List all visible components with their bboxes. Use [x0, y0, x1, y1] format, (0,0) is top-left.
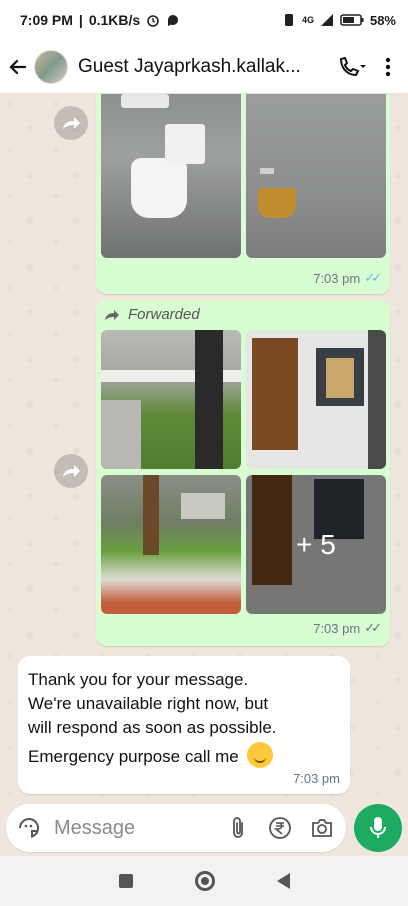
album-image-door[interactable]	[246, 330, 386, 469]
message-line: will respond as soon as possible.	[28, 718, 277, 737]
message-time: 7:03 pm ✓✓	[313, 620, 382, 636]
message-line: We're unavailable right now, but	[28, 694, 269, 713]
battery-icon	[340, 14, 364, 26]
more-options-icon[interactable]	[376, 52, 400, 82]
home-icon[interactable]	[194, 871, 215, 891]
message-composer: Message	[0, 804, 408, 854]
rupee-payment-icon[interactable]	[266, 814, 294, 842]
album-image-shower[interactable]	[246, 94, 386, 258]
forward-icon	[63, 465, 80, 477]
message-line: Emergency purpose call me	[28, 742, 340, 769]
message-time: 7:03 pm ✓✓	[313, 270, 382, 286]
back-nav-icon[interactable]	[276, 873, 290, 889]
forwarded-label: Forwarded	[104, 306, 200, 323]
notification-icon	[168, 15, 179, 26]
chat-header: Guest Jayaprkash.kallak...	[0, 40, 408, 94]
album-image-more[interactable]: + 5	[246, 475, 386, 614]
sticker-icon[interactable]	[16, 815, 42, 841]
album-image-toilet[interactable]	[101, 94, 241, 258]
signal-icon	[320, 14, 333, 26]
attach-icon[interactable]	[224, 814, 252, 842]
read-ticks-icon: ✓✓	[364, 270, 382, 285]
forward-icon	[63, 117, 80, 129]
recents-icon[interactable]	[118, 874, 133, 888]
back-arrow-icon[interactable]	[8, 55, 28, 79]
battery-level: 58%	[369, 12, 396, 28]
forwarded-album-message[interactable]: Forwarded + 5 7:03 pm ✓✓	[96, 300, 390, 646]
hugging-face-emoji-icon	[247, 742, 274, 768]
more-images-overlay[interactable]: + 5	[246, 475, 386, 614]
camera-icon[interactable]	[308, 814, 336, 842]
network-type: 4G	[301, 15, 314, 25]
status-bar: 7:09 PM | 0.1KB/s 4G 58%	[0, 0, 408, 40]
network-speed: 0.1KB/s	[88, 12, 141, 28]
mic-button[interactable]	[354, 804, 402, 852]
more-images-count: + 5	[296, 528, 336, 560]
delivered-ticks-icon: ✓✓	[364, 620, 382, 635]
chat-area[interactable]: 7:03 pm ✓✓ Forwarded + 5 7:03 pm ✓✓ Than…	[0, 94, 408, 804]
system-navigation-bar	[0, 856, 408, 906]
message-input[interactable]: Message	[6, 804, 346, 852]
contact-name[interactable]: Guest Jayaprkash.kallak...	[78, 56, 318, 78]
forwarded-icon	[105, 309, 119, 320]
album-image-garden[interactable]	[101, 330, 241, 469]
message-line: Thank you for your message.	[28, 670, 249, 689]
message-placeholder: Message	[54, 816, 136, 839]
status-time: 7:09 PM	[20, 12, 73, 28]
vibrate-icon	[284, 14, 293, 26]
incoming-message[interactable]: Thank you for your message. We're unavai…	[18, 656, 350, 794]
alarm-icon	[147, 15, 160, 27]
album-image-yard[interactable]	[101, 475, 241, 614]
forward-button[interactable]	[54, 106, 88, 140]
mic-icon	[370, 817, 386, 838]
message-time: 7:03 pm	[293, 771, 340, 786]
call-icon[interactable]	[334, 52, 370, 82]
image-album-message[interactable]: 7:03 pm ✓✓	[96, 94, 390, 294]
forward-button[interactable]	[54, 454, 88, 488]
contact-avatar[interactable]	[34, 49, 68, 84]
